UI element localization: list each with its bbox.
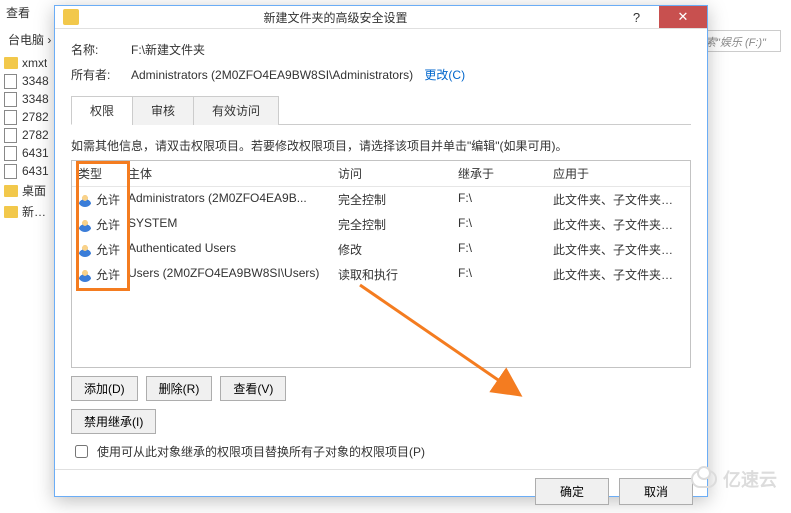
cancel-button[interactable]: 取消 bbox=[619, 478, 693, 505]
tab-effective-access[interactable]: 有效访问 bbox=[193, 96, 279, 125]
tab-permissions[interactable]: 权限 bbox=[71, 96, 133, 125]
sidebar-item[interactable]: xmxt bbox=[0, 54, 54, 72]
sidebar-item[interactable]: 3348 bbox=[0, 90, 54, 108]
folder-icon bbox=[4, 205, 18, 219]
sidebar-item[interactable]: 3348 bbox=[0, 72, 54, 90]
titlebar: 新建文件夹的高级安全设置 ? ✕ bbox=[55, 6, 707, 29]
change-owner-link[interactable]: 更改(C) bbox=[424, 68, 465, 82]
tab-strip: 权限 审核 有效访问 bbox=[71, 95, 691, 125]
sidebar-item[interactable]: 2782 bbox=[0, 126, 54, 144]
header-type[interactable]: 类型 bbox=[72, 161, 122, 186]
header-access[interactable]: 访问 bbox=[332, 161, 452, 186]
name-value: F:\新建文件夹 bbox=[131, 41, 691, 58]
folder-icon bbox=[4, 184, 18, 198]
remove-button[interactable]: 删除(R) bbox=[146, 376, 213, 401]
disable-inherit-button[interactable]: 禁用继承(I) bbox=[71, 409, 156, 434]
view-menu[interactable]: 查看 bbox=[6, 4, 30, 21]
user-icon bbox=[78, 218, 92, 232]
replace-children-checkbox[interactable] bbox=[75, 445, 88, 458]
file-icon bbox=[4, 74, 18, 88]
sidebar-item[interactable]: 6431 bbox=[0, 144, 54, 162]
table-header: 类型 主体 访问 继承于 应用于 bbox=[72, 161, 690, 187]
close-button[interactable]: ✕ bbox=[659, 6, 707, 28]
explorer-sidebar: xmxt 3348 3348 2782 2782 6431 6431 桌面 新建… bbox=[0, 50, 54, 470]
header-applies[interactable]: 应用于 bbox=[547, 161, 690, 186]
replace-children-label: 使用可从此对象继承的权限项目替换所有子对象的权限项目(P) bbox=[97, 443, 425, 460]
add-button[interactable]: 添加(D) bbox=[71, 376, 138, 401]
info-text: 如需其他信息，请双击权限项目。若要修改权限项目，请选择该项目并单击"编辑"(如果… bbox=[71, 137, 691, 154]
watermark: 亿速云 bbox=[691, 466, 777, 492]
owner-label: 所有者: bbox=[71, 66, 131, 83]
explorer-toolbar: 查看 bbox=[0, 0, 60, 24]
file-icon bbox=[4, 146, 18, 160]
sidebar-item[interactable]: 2782 bbox=[0, 108, 54, 126]
dialog-content: 名称: F:\新建文件夹 所有者: Administrators (2M0ZFO… bbox=[55, 29, 707, 469]
file-icon bbox=[4, 128, 18, 142]
dialog-title: 新建文件夹的高级安全设置 bbox=[57, 9, 614, 26]
ok-button[interactable]: 确定 bbox=[535, 478, 609, 505]
user-icon bbox=[78, 268, 92, 282]
file-icon bbox=[4, 110, 18, 124]
tab-audit[interactable]: 审核 bbox=[132, 96, 194, 125]
user-icon bbox=[78, 193, 92, 207]
sidebar-item[interactable]: 6431 bbox=[0, 162, 54, 180]
header-inherited[interactable]: 继承于 bbox=[452, 161, 547, 186]
table-row[interactable]: 允许 Authenticated Users 修改 F:\ 此文件夹、子文件夹和… bbox=[72, 237, 690, 262]
sidebar-item[interactable]: 桌面 bbox=[0, 180, 54, 201]
name-label: 名称: bbox=[71, 41, 131, 58]
table-row[interactable]: 允许 Users (2M0ZFO4EA9BW8SI\Users) 读取和执行 F… bbox=[72, 262, 690, 287]
folder-icon bbox=[4, 56, 18, 70]
file-icon bbox=[4, 164, 18, 178]
table-row[interactable]: 允许 Administrators (2M0ZFO4EA9B... 完全控制 F… bbox=[72, 187, 690, 212]
user-icon bbox=[78, 243, 92, 257]
view-button[interactable]: 查看(V) bbox=[220, 376, 286, 401]
advanced-security-dialog: 新建文件夹的高级安全设置 ? ✕ 名称: F:\新建文件夹 所有者: Admin… bbox=[54, 5, 708, 497]
permissions-table: 类型 主体 访问 继承于 应用于 允许 Administrators (2M0Z… bbox=[71, 160, 691, 368]
sidebar-item[interactable]: 新建文 bbox=[0, 201, 54, 222]
owner-value: Administrators (2M0ZFO4EA9BW8SI\Administ… bbox=[131, 66, 691, 83]
dialog-footer: 确定 取消 bbox=[55, 469, 707, 513]
cloud-icon bbox=[691, 470, 717, 488]
header-principal[interactable]: 主体 bbox=[122, 161, 332, 186]
table-row[interactable]: 允许 SYSTEM 完全控制 F:\ 此文件夹、子文件夹和文件 bbox=[72, 212, 690, 237]
help-button[interactable]: ? bbox=[614, 6, 659, 28]
file-icon bbox=[4, 92, 18, 106]
